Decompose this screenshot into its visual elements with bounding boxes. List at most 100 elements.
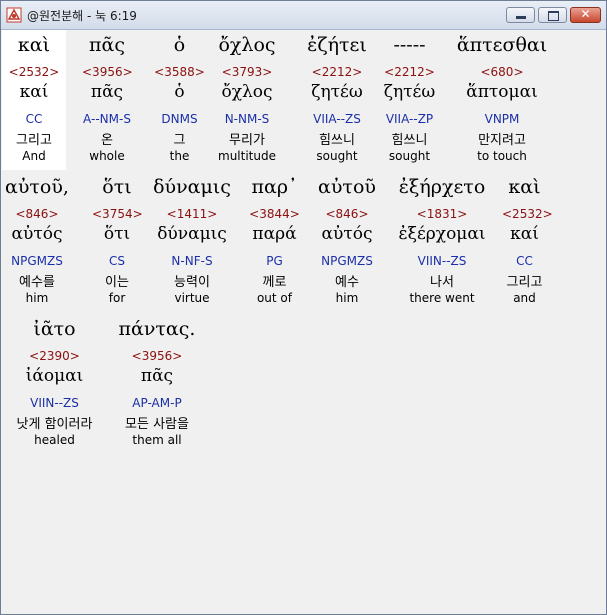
strongs-number[interactable]: <1831> — [387, 207, 497, 221]
close-button[interactable]: ✕ — [570, 7, 601, 23]
strongs-number[interactable]: <3844> — [247, 207, 302, 221]
korean-gloss: 힘쓰니 — [391, 133, 428, 148]
maximize-button[interactable] — [538, 7, 567, 23]
english-gloss: virtue — [174, 291, 210, 305]
lemma: ζητέω — [311, 82, 363, 102]
interlinear-word[interactable]: ἐζήτει <2212> ζητέω VIIA--ZS 힘쓰니 sought — [297, 30, 377, 170]
lemma: παρά — [252, 224, 297, 244]
strongs-number[interactable]: <2532> — [502, 207, 553, 221]
korean-gloss: 예수를 — [19, 275, 55, 290]
interlinear-word[interactable]: ὄχλος <3793> ὄχλος N-NM-S 무리가 multitude — [207, 30, 287, 170]
greek-word: ἐξήρχετο — [398, 176, 486, 198]
lemma: ὁ — [174, 82, 185, 102]
korean-gloss: 예수 — [335, 275, 359, 290]
interlinear-word[interactable]: αὐτοῦ <846> αὐτός NPGMZS 예수 him — [312, 172, 382, 312]
english-gloss: there went — [409, 291, 475, 305]
greek-word: ἅπτεσθαι — [456, 34, 548, 56]
english-gloss: whole — [89, 149, 125, 163]
interlinear-word[interactable]: ----- <2212> ζητέω VIIA--ZP 힘쓰니 sought — [377, 30, 442, 170]
greek-word: καὶ — [17, 34, 51, 56]
english-gloss: and — [513, 291, 536, 305]
morphology-code: VIIN--ZS — [30, 396, 79, 410]
korean-gloss: 그 — [173, 133, 186, 148]
morphology-code: DNMS — [161, 112, 198, 126]
strongs-number[interactable]: <1411> — [147, 207, 237, 221]
greek-word: ὁ — [173, 34, 186, 56]
lemma: ὄχλος — [221, 82, 273, 102]
lemma: αὐτός — [321, 224, 373, 244]
interlinear-word[interactable]: πάντας. <3956> πᾶς AP-AM-P 모든 사람을 them all — [107, 314, 207, 454]
english-gloss: the — [169, 149, 190, 163]
interlinear-word[interactable]: καὶ <2532> καί CC 그리고 And — [2, 30, 66, 170]
close-icon: ✕ — [580, 7, 591, 21]
greek-word: καὶ — [508, 176, 541, 198]
interlinear-word[interactable]: ἅπτεσθαι <680> ἅπτομαι VNPM 만지려고 to touch — [447, 30, 557, 170]
morphology-code: N-NM-S — [224, 112, 270, 126]
interlinear-word[interactable]: ἐξήρχετο <1831> ἐξέρχομαι VIIN--ZS 나서 there w… — [387, 172, 497, 312]
strongs-number[interactable]: <3956> — [82, 65, 133, 79]
strongs-number[interactable]: <3956> — [107, 349, 207, 363]
korean-gloss: 만지려고 — [478, 133, 526, 148]
morphology-code: VIIA--ZP — [385, 112, 434, 126]
lemma: ἰάομαι — [25, 366, 84, 386]
strongs-number[interactable]: <2212> — [297, 65, 377, 79]
strongs-number[interactable]: <846> — [312, 207, 382, 221]
korean-gloss: 무리가 — [229, 133, 265, 148]
strongs-number[interactable]: <2212> — [377, 65, 442, 79]
english-gloss: them all — [132, 433, 182, 447]
minimize-button[interactable] — [506, 7, 535, 23]
morphology-code: CC — [25, 112, 43, 126]
lemma: ἐξέρχομαι — [398, 224, 486, 244]
lemma: δύναμις — [157, 224, 227, 244]
title-bar[interactable]: @원전분해 - 눅 6:19 ✕ — [1, 1, 606, 30]
minimize-icon — [516, 16, 526, 19]
morphology-code: N-NF-S — [171, 254, 213, 268]
morphology-code: VIIN--ZS — [417, 254, 467, 268]
interlinear-word[interactable]: ὅτι <3754> ὅτι CS 이는 for — [92, 172, 143, 312]
greek-word: δύναμις — [153, 176, 231, 198]
english-gloss: to touch — [477, 149, 527, 163]
interlinear-word[interactable]: ἰᾶτο <2390> ἰάομαι VIIN--ZS 낫게 함이러라 healed — [2, 314, 107, 454]
lemma: καί — [510, 224, 539, 244]
korean-gloss: 나서 — [430, 275, 454, 290]
strongs-number[interactable]: <2532> — [2, 65, 66, 79]
morphology-code: VNPM — [484, 112, 520, 126]
morphology-code: AP-AM-P — [132, 396, 182, 410]
interlinear-word[interactable]: ὁ <3588> ὁ DNMS 그 the — [152, 30, 207, 170]
interlinear-word[interactable]: πᾶς <3956> πᾶς A--NM-S 온 whole — [82, 30, 133, 170]
english-gloss: sought — [388, 149, 431, 163]
english-gloss: him — [335, 291, 359, 305]
morphology-code: A--NM-S — [83, 112, 131, 126]
strongs-number[interactable]: <3754> — [92, 207, 143, 221]
strongs-number[interactable]: <3588> — [152, 65, 207, 79]
app-logo-icon — [6, 7, 22, 23]
greek-word: παρ᾽ — [251, 176, 298, 198]
morphology-code: CC — [516, 254, 533, 268]
interlinear-word[interactable]: καὶ <2532> καί CC 그리고 and — [502, 172, 553, 312]
strongs-number[interactable]: <3793> — [207, 65, 287, 79]
app-window: @원전분해 - 눅 6:19 ✕ καὶ <2532> καί CC 그리고 And πᾶς… — [0, 0, 607, 615]
interlinear-word[interactable]: αὐτοῦ, <846> αὐτός NPGMZS 예수를 him — [2, 172, 72, 312]
english-gloss: out of — [256, 291, 293, 305]
strongs-number[interactable]: <2390> — [2, 349, 107, 363]
korean-gloss: 온 — [101, 133, 113, 148]
greek-word: αὐτοῦ — [318, 176, 376, 198]
interlinear-panel: καὶ <2532> καί CC 그리고 And πᾶς <3956> πᾶς A--NM-S 온… — [2, 30, 605, 613]
interlinear-word[interactable]: παρ᾽ <3844> παρά PG 께로 out of — [247, 172, 302, 312]
english-gloss: multitude — [218, 149, 276, 163]
korean-gloss: 그리고 — [16, 133, 52, 148]
greek-word: πᾶς — [89, 34, 125, 56]
strongs-number[interactable]: <680> — [447, 65, 557, 79]
strongs-number[interactable]: <846> — [2, 207, 72, 221]
lemma: ἅπτομαι — [466, 82, 538, 102]
morphology-code: NPGMZS — [321, 254, 373, 268]
morphology-code: NPGMZS — [11, 254, 63, 268]
greek-word: αὐτοῦ, — [5, 176, 69, 198]
lemma: πᾶς — [140, 366, 174, 386]
interlinear-word[interactable]: δύναμις <1411> δύναμις N-NF-S 능력이 virtue — [147, 172, 237, 312]
lemma: πᾶς — [90, 82, 124, 102]
maximize-icon — [548, 11, 559, 21]
morphology-code: CS — [109, 254, 125, 268]
morphology-code: VIIA--ZS — [313, 112, 361, 126]
korean-gloss: 그리고 — [506, 275, 543, 290]
